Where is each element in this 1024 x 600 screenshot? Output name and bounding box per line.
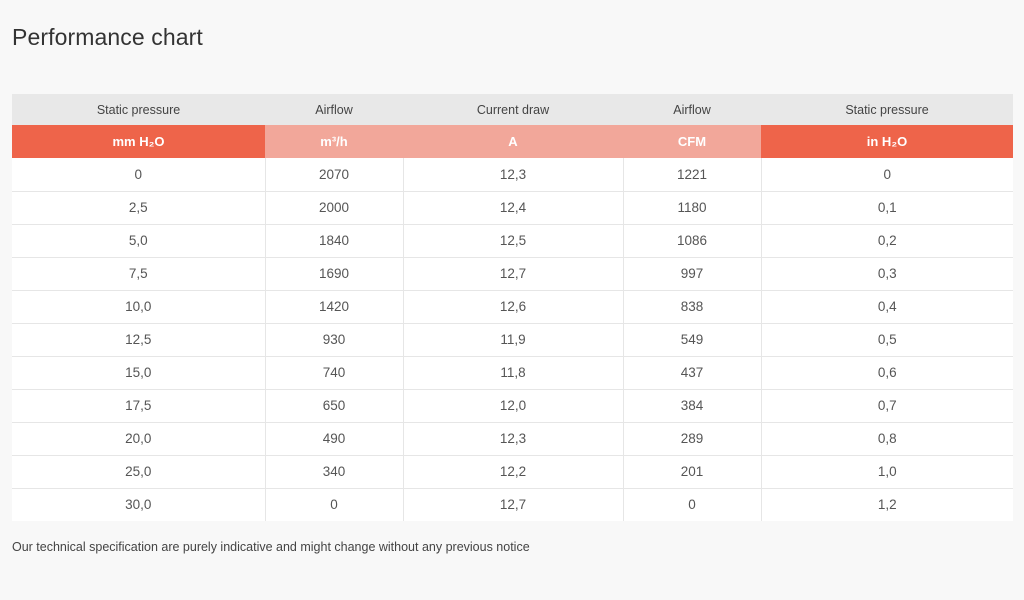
cell-airflow-m3h: 930	[264, 323, 403, 357]
cell-static-pressure-in: 0,1	[760, 191, 1013, 225]
cell-current-draw: 12,7	[402, 257, 623, 291]
cell-current-draw: 12,0	[402, 389, 623, 423]
disclaimer-text: Our technical specification are purely i…	[12, 540, 530, 554]
performance-table: Static pressure Airflow Current draw Air…	[12, 94, 1013, 521]
cell-static-pressure-in: 0,6	[760, 356, 1013, 390]
column-label-static-pressure-mm: Static pressure	[12, 94, 265, 125]
cell-static-pressure-in: 0,2	[760, 224, 1013, 258]
page: Performance chart Static pressure Airflo…	[0, 0, 1024, 600]
cell-airflow-m3h: 650	[264, 389, 403, 423]
column-unit-in-h2o: in H₂O	[761, 125, 1013, 158]
table-row: 0 2070 12,3 1221 0	[12, 158, 1013, 192]
table-row: 30,0 0 12,7 0 1,2	[12, 488, 1013, 521]
table-row: 10,0 1420 12,6 838 0,4	[12, 290, 1013, 324]
column-unit-cfm: CFM	[623, 125, 761, 158]
cell-static-pressure-in: 1,0	[760, 455, 1013, 489]
cell-current-draw: 12,6	[402, 290, 623, 324]
cell-airflow-cfm: 201	[622, 455, 761, 489]
cell-airflow-cfm: 1221	[622, 158, 761, 192]
cell-current-draw: 12,4	[402, 191, 623, 225]
cell-airflow-cfm: 997	[622, 257, 761, 291]
cell-airflow-m3h: 740	[264, 356, 403, 390]
column-label-airflow-m3h: Airflow	[265, 94, 403, 125]
cell-airflow-cfm: 1180	[622, 191, 761, 225]
column-label-airflow-cfm: Airflow	[623, 94, 761, 125]
cell-static-pressure-mm: 5,0	[12, 224, 265, 258]
cell-static-pressure-mm: 10,0	[12, 290, 265, 324]
cell-static-pressure-mm: 12,5	[12, 323, 265, 357]
cell-static-pressure-in: 0,4	[760, 290, 1013, 324]
cell-static-pressure-mm: 0	[12, 158, 265, 192]
cell-current-draw: 12,3	[402, 422, 623, 456]
table-row: 17,5 650 12,0 384 0,7	[12, 389, 1013, 423]
table-row: 25,0 340 12,2 201 1,0	[12, 455, 1013, 489]
column-unit-row: mm H₂O m³/h A CFM in H₂O	[12, 125, 1013, 158]
column-unit-m3h: m³/h	[265, 125, 403, 158]
cell-airflow-cfm: 1086	[622, 224, 761, 258]
column-unit-mm-h2o: mm H₂O	[12, 125, 265, 158]
table-row: 15,0 740 11,8 437 0,6	[12, 356, 1013, 390]
cell-current-draw: 12,5	[402, 224, 623, 258]
cell-airflow-cfm: 384	[622, 389, 761, 423]
cell-static-pressure-in: 0,8	[760, 422, 1013, 456]
cell-static-pressure-in: 1,2	[760, 488, 1013, 521]
column-label-current-draw: Current draw	[403, 94, 623, 125]
cell-static-pressure-mm: 15,0	[12, 356, 265, 390]
column-label-static-pressure-in: Static pressure	[761, 94, 1013, 125]
cell-airflow-m3h: 2070	[264, 158, 403, 192]
cell-static-pressure-mm: 25,0	[12, 455, 265, 489]
cell-static-pressure-mm: 30,0	[12, 488, 265, 521]
cell-airflow-cfm: 838	[622, 290, 761, 324]
cell-airflow-cfm: 437	[622, 356, 761, 390]
cell-airflow-cfm: 289	[622, 422, 761, 456]
cell-static-pressure-in: 0,3	[760, 257, 1013, 291]
cell-static-pressure-in: 0	[760, 158, 1013, 192]
page-title: Performance chart	[12, 24, 203, 50]
cell-airflow-m3h: 2000	[264, 191, 403, 225]
cell-current-draw: 11,9	[402, 323, 623, 357]
cell-current-draw: 11,8	[402, 356, 623, 390]
cell-airflow-m3h: 340	[264, 455, 403, 489]
table-row: 7,5 1690 12,7 997 0,3	[12, 257, 1013, 291]
table-row: 2,5 2000 12,4 1180 0,1	[12, 191, 1013, 225]
cell-airflow-m3h: 1840	[264, 224, 403, 258]
cell-airflow-cfm: 0	[622, 488, 761, 521]
cell-airflow-m3h: 490	[264, 422, 403, 456]
cell-static-pressure-mm: 7,5	[12, 257, 265, 291]
cell-current-draw: 12,2	[402, 455, 623, 489]
cell-current-draw: 12,7	[402, 488, 623, 521]
cell-airflow-m3h: 1690	[264, 257, 403, 291]
cell-airflow-m3h: 0	[264, 488, 403, 521]
table-row: 12,5 930 11,9 549 0,5	[12, 323, 1013, 357]
cell-static-pressure-mm: 20,0	[12, 422, 265, 456]
cell-current-draw: 12,3	[402, 158, 623, 192]
column-unit-amps: A	[403, 125, 623, 158]
cell-static-pressure-in: 0,7	[760, 389, 1013, 423]
table-row: 20,0 490 12,3 289 0,8	[12, 422, 1013, 456]
table-row: 5,0 1840 12,5 1086 0,2	[12, 224, 1013, 258]
table-body: 0 2070 12,3 1221 0 2,5 2000 12,4 1180 0,1 5,0 1840 1…	[12, 158, 1013, 521]
cell-static-pressure-mm: 2,5	[12, 191, 265, 225]
column-label-row: Static pressure Airflow Current draw Air…	[12, 94, 1013, 125]
cell-static-pressure-mm: 17,5	[12, 389, 265, 423]
cell-airflow-m3h: 1420	[264, 290, 403, 324]
cell-static-pressure-in: 0,5	[760, 323, 1013, 357]
cell-airflow-cfm: 549	[622, 323, 761, 357]
